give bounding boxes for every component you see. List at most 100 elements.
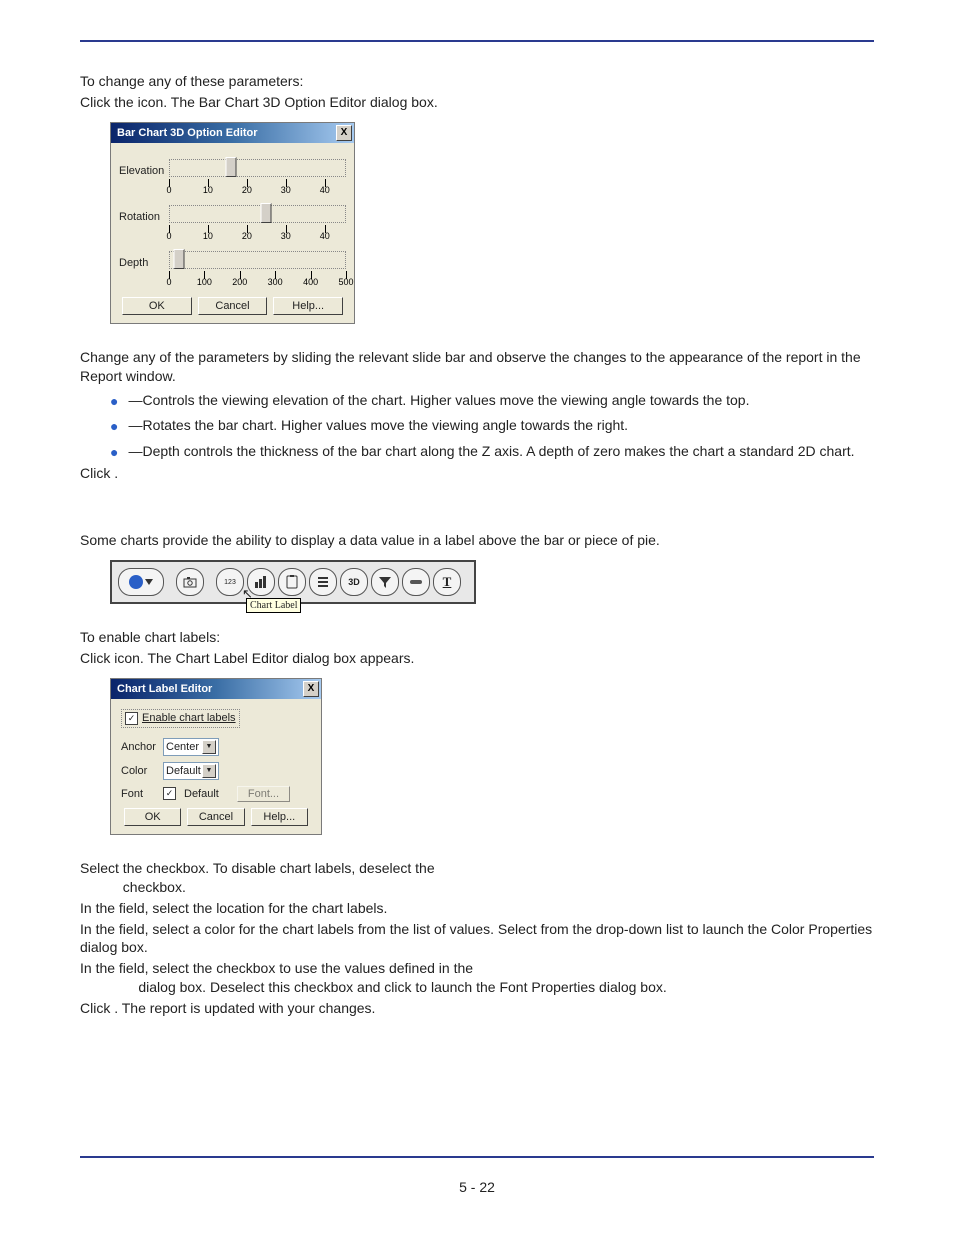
anchor-row: Anchor Center ▼ [121,738,311,756]
t: In the field, select the checkbox to use… [80,960,473,976]
list-icon[interactable] [309,568,337,596]
tick: 10 [203,231,213,241]
header-rule [80,40,874,42]
anchor-value: Center [166,741,199,753]
tick: 100 [197,277,212,287]
tick: 10 [203,185,213,195]
3d-icon-text: 3D [348,577,360,587]
checkbox-icon[interactable]: ✓ [163,787,176,800]
3d-icon[interactable]: 3D [340,568,368,596]
tick: 500 [338,277,353,287]
color-select[interactable]: Default ▼ [163,762,219,780]
after-3d-text: Change any of the parameters by sliding … [80,348,874,386]
bullet-elevation: ● —Controls the viewing elevation of the… [110,392,874,412]
tick: 40 [320,231,330,241]
tick: 40 [320,185,330,195]
step1-suffix: icon. The Bar Chart 3D Option Editor dia… [138,94,438,110]
chart-label-icon[interactable]: 123 [216,568,244,596]
depth-row: Depth 0 100 200 300 400 500 [119,251,346,279]
tick: 400 [303,277,318,287]
intro-text: To change any of these parameters: [80,72,874,91]
enable-chart-labels-checkbox-row[interactable]: ✓ Enable chart labels [121,709,240,728]
color-label: Color [121,765,163,777]
step-click-3d-icon: Click the icon. The Bar Chart 3D Option … [80,93,874,112]
color-swatch-icon [129,575,143,589]
color-value: Default [166,765,201,777]
elevation-thumb[interactable] [226,157,237,177]
rotation-thumb[interactable] [261,203,272,223]
tick: 30 [281,231,291,241]
tick: 0 [166,231,171,241]
bullet-icon: ● [110,417,118,437]
font-label: Font [121,788,163,800]
text-icon-text: T [443,574,452,590]
bullet-elevation-text: —Controls the viewing elevation of the c… [128,392,874,412]
font-field-text: In the field, select the checkbox to use… [80,959,874,997]
help-button[interactable]: Help... [273,297,343,315]
dialog-label-title: Chart Label Editor [117,683,212,695]
footer-rule [80,1156,874,1158]
clipboard-icon[interactable] [278,568,306,596]
bullet-rotation-text: —Rotates the bar chart. Higher values mo… [128,417,874,437]
tick: 0 [166,277,171,287]
tick: 20 [242,231,252,241]
chart-label-icon-text: 123 [224,579,236,586]
rotation-row: Rotation 0 10 20 30 40 [119,205,346,233]
final-click-text: Click . The report is updated with your … [80,999,874,1018]
dialog-3d-titlebar[interactable]: Bar Chart 3D Option Editor X [111,123,354,143]
filter-icon[interactable] [371,568,399,596]
tick: 300 [268,277,283,287]
tick: 0 [166,185,171,195]
dialog-label-titlebar[interactable]: Chart Label Editor X [111,679,321,699]
bullet-icon: ● [110,392,118,412]
depth-label: Depth [119,251,169,269]
color-row: Color Default ▼ [121,762,311,780]
chevron-down-icon [145,579,153,585]
font-row: Font ✓ Default Font... [121,786,311,802]
color-dropdown-button[interactable] [118,568,164,596]
ok-button[interactable]: OK [122,297,192,315]
rotation-label: Rotation [119,205,169,223]
click-text: Click . [80,464,874,483]
elevation-label: Elevation [119,159,169,177]
depth-slider[interactable] [169,251,346,269]
enable-chart-labels-label: Enable chart labels [142,712,236,724]
close-icon[interactable]: X [336,125,352,141]
checkbox-icon[interactable]: ✓ [125,712,138,725]
tick: 200 [232,277,247,287]
text-icon[interactable]: T [433,568,461,596]
report-toolbar: 123 3D T ↖ Chart Label [110,560,476,604]
step1-prefix: Click the [80,94,138,110]
elevation-row: Elevation 0 10 20 30 40 [119,159,346,187]
bullet-icon: ● [110,443,118,463]
bar-chart-icon[interactable] [247,568,275,596]
t: Select the [80,860,146,876]
anchor-label: Anchor [121,741,163,753]
elevation-slider[interactable] [169,159,346,177]
rotation-slider[interactable] [169,205,346,223]
font-default-label: Default [184,788,219,800]
palette-icon[interactable] [402,568,430,596]
anchor-select[interactable]: Center ▼ [163,738,219,756]
bullet-depth: ● —Depth controls the thickness of the b… [110,443,874,463]
color-field-text: In the field, select a color for the cha… [80,920,874,958]
bullet-rotation: ● —Rotates the bar chart. Higher values … [110,417,874,437]
enable-chart-labels-text: To enable chart labels: [80,628,874,647]
dialog-3d-title: Bar Chart 3D Option Editor [117,127,258,139]
chart-label-tooltip: Chart Label [246,598,301,613]
depth-thumb[interactable] [173,249,184,269]
bar-chart-3d-dialog: Bar Chart 3D Option Editor X Elevation 0… [110,122,355,324]
help-button[interactable]: Help... [251,808,308,826]
chevron-down-icon: ▼ [202,764,216,778]
step-click-label-suffix: icon. The Chart Label Editor dialog box … [114,650,414,666]
cancel-button[interactable]: Cancel [187,808,244,826]
font-button[interactable]: Font... [237,786,290,802]
tick: 30 [281,185,291,195]
chevron-down-icon: ▼ [202,740,216,754]
close-icon[interactable]: X [303,681,319,697]
t: checkbox. [119,879,186,895]
select-checkbox-text: Select the checkbox. To disable chart la… [80,859,874,897]
camera-icon[interactable] [176,568,204,596]
cancel-button[interactable]: Cancel [198,297,268,315]
ok-button[interactable]: OK [124,808,181,826]
